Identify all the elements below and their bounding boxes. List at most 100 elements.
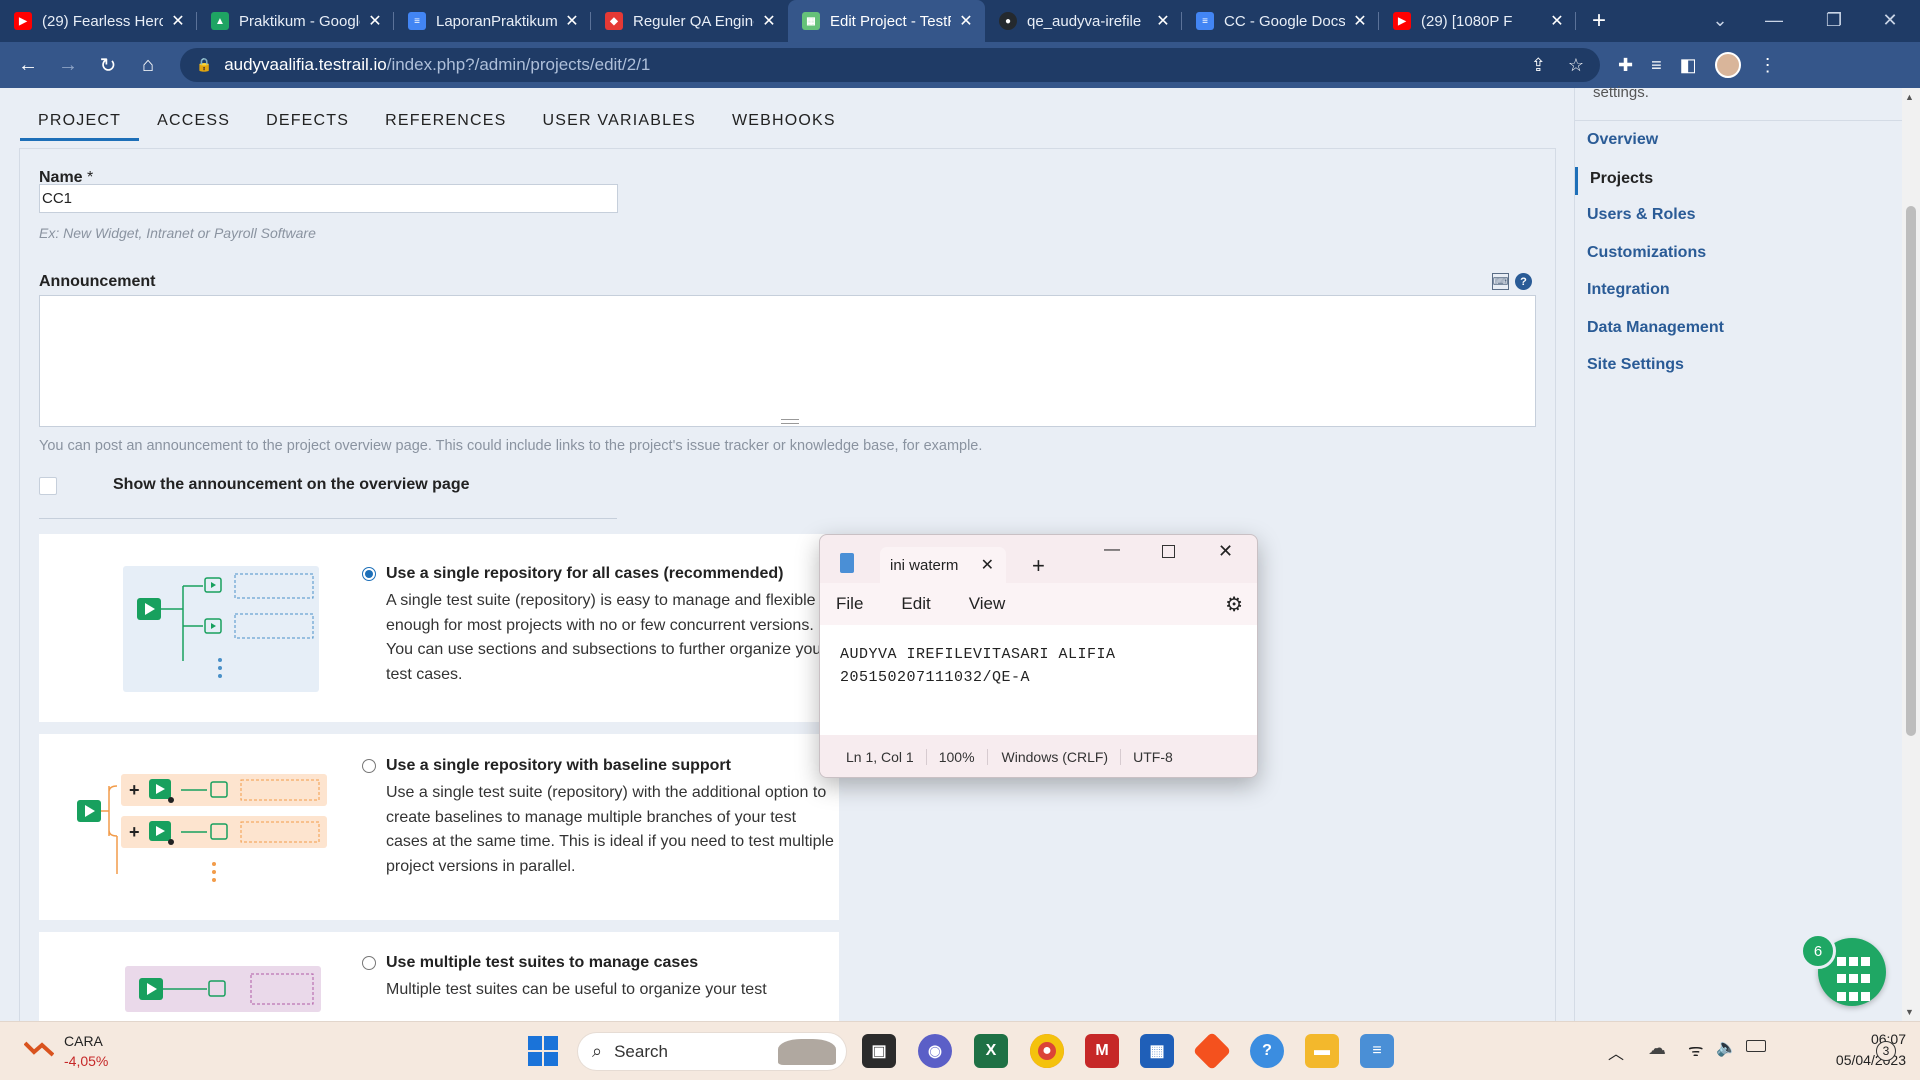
close-icon[interactable]: ✕ (563, 11, 581, 31)
scroll-up-arrow-icon[interactable]: ▲ (1905, 92, 1914, 102)
name-input[interactable]: CC1 (39, 184, 618, 213)
sidebar-item-users-roles[interactable]: Users & Roles (1587, 206, 1696, 224)
notepad-window[interactable]: ini waterm ✕ + — ✕ File Edit View ⚙ AUDY… (819, 534, 1258, 778)
menu-view[interactable]: View (969, 594, 1006, 614)
close-icon[interactable]: ✕ (981, 555, 994, 575)
minimize-icon[interactable]: — (1744, 0, 1804, 40)
tray-overflow-chevron-icon[interactable]: ︿ (1608, 1040, 1624, 1064)
teams-chat-icon[interactable]: ◉ (918, 1034, 952, 1068)
windows-start-icon[interactable] (528, 1036, 558, 1066)
minimize-icon[interactable]: — (1104, 541, 1120, 559)
chrome-icon[interactable]: ● (1030, 1034, 1064, 1068)
task-view-icon[interactable]: ▣ (862, 1034, 896, 1068)
search-icon: ⌕ (592, 1041, 603, 1061)
single-repository-radio[interactable] (362, 567, 376, 581)
announcement-textarea[interactable] (39, 295, 1536, 427)
volume-icon[interactable]: 🔈 (1716, 1038, 1737, 1058)
notepad-new-tab-icon[interactable]: + (1032, 553, 1045, 579)
browser-tab[interactable]: ▶ (29) Fearless Hero ✕ (0, 0, 197, 42)
file-explorer-icon[interactable]: ▬ (1305, 1034, 1339, 1068)
sidebar-item-data-management[interactable]: Data Management (1587, 319, 1724, 337)
browser-toolbar: ← → ↻ ⌂ 🔒 audyvaalifia.testrail.io/index… (0, 42, 1920, 88)
sidebar-item-site-settings[interactable]: Site Settings (1587, 356, 1684, 374)
sidebar-item-projects[interactable]: Projects (1575, 167, 1653, 195)
notification-count-badge[interactable]: 3 (1876, 1041, 1896, 1061)
excel-icon[interactable]: X (974, 1034, 1008, 1068)
tab-webhooks[interactable]: WEBHOOKS (714, 112, 854, 141)
browser-tab[interactable]: ▲ Praktikum - Google ✕ (197, 0, 394, 42)
option-card-single-repository[interactable]: Use a single repository for all cases (r… (39, 534, 839, 722)
media-queue-icon[interactable]: ≡ (1651, 55, 1662, 76)
settings-gear-icon[interactable]: ⚙ (1225, 592, 1243, 617)
baseline-support-radio[interactable] (362, 759, 376, 773)
notepad-taskbar-icon[interactable]: ≡ (1360, 1034, 1394, 1068)
back-arrow-icon[interactable]: ← (8, 45, 48, 85)
notepad-text-area[interactable]: AUDYVA IREFILEVITASARI ALIFIA 2051502071… (820, 625, 1257, 735)
close-icon[interactable]: ✕ (1548, 11, 1566, 31)
clock-time[interactable]: 06:07 (1834, 1031, 1906, 1047)
battery-icon[interactable] (1746, 1040, 1766, 1052)
scrollbar-thumb[interactable] (1906, 206, 1916, 736)
browser-tab[interactable]: ◆ Reguler QA Engineer ✕ (591, 0, 788, 42)
menu-file[interactable]: File (836, 594, 863, 614)
scroll-down-arrow-icon[interactable]: ▼ (1905, 1007, 1914, 1017)
mcafee-icon[interactable]: M (1085, 1034, 1119, 1068)
multiple-suites-radio[interactable] (362, 956, 376, 970)
close-icon[interactable]: ✕ (760, 11, 778, 31)
bookmark-star-icon[interactable]: ☆ (1568, 55, 1584, 76)
tab-user-variables[interactable]: USER VARIABLES (525, 112, 714, 141)
help-widget-badge: 6 (1800, 933, 1836, 969)
sidebar-item-integration[interactable]: Integration (1587, 281, 1670, 299)
single-repository-illustration (123, 566, 319, 692)
microsoft-store-icon[interactable]: ▦ (1140, 1034, 1174, 1068)
resize-grip[interactable] (781, 419, 799, 424)
browser-tab[interactable]: ≡ LaporanPraktikum ✕ (394, 0, 591, 42)
extensions-puzzle-icon[interactable]: ✚ (1618, 55, 1633, 76)
anydesk-icon[interactable] (1192, 1031, 1232, 1071)
option-title: Use a single repository with baseline su… (386, 757, 731, 774)
close-icon[interactable]: ✕ (169, 11, 187, 31)
browser-tab[interactable]: ▶ (29) [1080P F ✕ (1379, 0, 1576, 42)
option-card-baseline-support[interactable]: + + Use a single repository with baselin… (39, 734, 839, 920)
tab-project[interactable]: PROJECT (20, 112, 140, 141)
close-window-icon[interactable]: ✕ (1218, 541, 1233, 562)
tab-references[interactable]: REFERENCES (367, 112, 524, 141)
side-panel-icon[interactable]: ◧ (1680, 55, 1697, 76)
keyboard-icon[interactable]: ⌨ (1492, 273, 1509, 290)
stock-change: -4,05% (64, 1053, 109, 1069)
profile-avatar[interactable] (1714, 52, 1741, 78)
more-menu-icon[interactable]: ⋮ (1759, 55, 1777, 76)
cloud-sync-icon[interactable]: ☁ (1648, 1038, 1666, 1059)
help-app-icon[interactable]: ? (1250, 1034, 1284, 1068)
browser-tab-active[interactable]: ▦ Edit Project - TestRail ✕ (788, 0, 985, 42)
restore-icon[interactable]: ❐ (1804, 0, 1864, 40)
tab-access[interactable]: ACCESS (139, 112, 248, 141)
help-question-icon[interactable]: ? (1515, 273, 1532, 290)
menu-edit[interactable]: Edit (901, 594, 930, 614)
home-icon[interactable]: ⌂ (128, 45, 168, 85)
sidebar-item-customizations[interactable]: Customizations (1587, 244, 1706, 262)
forward-arrow-icon[interactable]: → (48, 45, 88, 85)
show-announcement-checkbox[interactable] (39, 477, 57, 495)
tab-search-chevron-icon[interactable]: ⌄ (1690, 0, 1750, 40)
browser-tab[interactable]: ≡ CC - Google Docs ✕ (1182, 0, 1379, 42)
browser-tab[interactable]: ● qe_audyva-irefile ✕ (985, 0, 1182, 42)
maximize-icon[interactable] (1162, 545, 1175, 558)
notepad-tab[interactable]: ini waterm ✕ (880, 547, 1006, 583)
tab-defects[interactable]: DEFECTS (248, 112, 367, 141)
stock-name[interactable]: CARA (64, 1033, 103, 1049)
close-icon[interactable]: ✕ (1351, 11, 1369, 31)
reload-icon[interactable]: ↻ (88, 45, 128, 85)
close-icon[interactable]: ✕ (1154, 11, 1172, 31)
option-card-multiple-suites[interactable]: Use multiple test suites to manage cases… (39, 932, 839, 1032)
taskbar-search-box[interactable]: ⌕ Search (578, 1033, 846, 1070)
wifi-icon[interactable]: ᯤ (1688, 1038, 1704, 1061)
close-icon[interactable]: ✕ (366, 11, 384, 31)
close-icon[interactable]: ✕ (957, 11, 975, 31)
sidebar-item-overview[interactable]: Overview (1587, 131, 1658, 149)
address-bar[interactable]: 🔒 audyvaalifia.testrail.io/index.php?/ad… (180, 48, 1600, 82)
new-tab-button[interactable]: + (1576, 0, 1622, 42)
page-scrollbar[interactable]: ▲ ▼ (1902, 88, 1920, 1021)
close-window-icon[interactable]: ✕ (1860, 0, 1920, 40)
share-icon[interactable]: ⇪ (1531, 55, 1546, 76)
